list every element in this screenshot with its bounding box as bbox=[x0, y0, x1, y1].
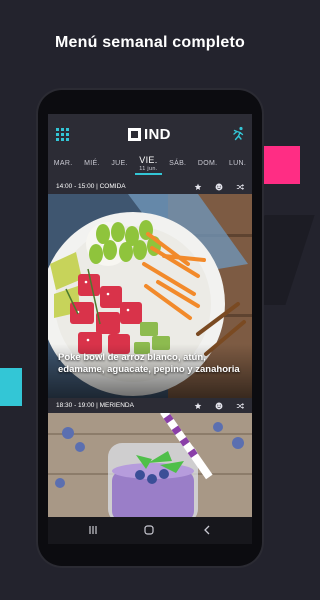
decorative-pink-block bbox=[258, 146, 300, 184]
tab-day-lun[interactable]: LUN. bbox=[229, 154, 246, 167]
meal-header-comida: 14:00 - 15:00 | COMIDA bbox=[48, 180, 252, 194]
tab-day-sab[interactable]: SÁB. bbox=[169, 154, 186, 167]
app-screen: IND MAR. MIÉ. JUE. VIE. 11 jun. SÁB. DOM… bbox=[48, 114, 252, 544]
smoothie-illustration bbox=[48, 413, 252, 517]
app-topbar: IND bbox=[48, 114, 252, 154]
meal-time-label: 14:00 - 15:00 | COMIDA bbox=[56, 183, 126, 190]
logo-mark-icon bbox=[128, 127, 141, 141]
smiley-icon[interactable] bbox=[215, 183, 223, 191]
tab-day-jue[interactable]: JUE. bbox=[111, 154, 127, 167]
day-tabs: MAR. MIÉ. JUE. VIE. 11 jun. SÁB. DOM. LU… bbox=[48, 154, 252, 178]
tab-day-vie[interactable]: VIE. 11 jun. bbox=[135, 154, 162, 175]
tab-day-vie-label: VIE. bbox=[139, 155, 158, 165]
shuffle-icon[interactable] bbox=[236, 183, 244, 191]
promo-headline: Menú semanal completo bbox=[54, 34, 246, 51]
app-logo: IND bbox=[128, 125, 171, 143]
decorative-cyan-block bbox=[0, 368, 22, 406]
back-icon[interactable] bbox=[202, 525, 212, 535]
star-add-icon[interactable] bbox=[194, 183, 202, 191]
recents-icon[interactable] bbox=[88, 525, 98, 535]
tab-day-mar[interactable]: MAR. bbox=[54, 154, 73, 167]
poke-bowl-photo[interactable]: Poke bowl de arroz blanco, atún, edamame… bbox=[48, 194, 252, 398]
star-add-icon[interactable] bbox=[194, 402, 202, 410]
tab-day-dom[interactable]: DOM. bbox=[198, 154, 217, 167]
shuffle-icon[interactable] bbox=[236, 402, 244, 410]
smiley-icon[interactable] bbox=[215, 402, 223, 410]
meal-header-merienda: 18:30 - 19:00 | MERIENDA bbox=[48, 399, 252, 413]
tab-day-vie-date: 11 jun. bbox=[139, 166, 158, 172]
smoothie-photo[interactable] bbox=[48, 413, 252, 517]
meal-time-label: 18:30 - 19:00 | MERIENDA bbox=[56, 402, 134, 409]
logo-text: IND bbox=[144, 125, 171, 143]
dish-title[interactable]: Poke bowl de arroz blanco, atún, edamame… bbox=[58, 352, 248, 376]
runner-icon[interactable] bbox=[230, 126, 246, 142]
home-icon[interactable] bbox=[144, 525, 154, 535]
tab-day-mie[interactable]: MIÉ. bbox=[84, 154, 100, 167]
grid-icon[interactable] bbox=[56, 128, 69, 141]
android-navbar bbox=[48, 517, 252, 544]
